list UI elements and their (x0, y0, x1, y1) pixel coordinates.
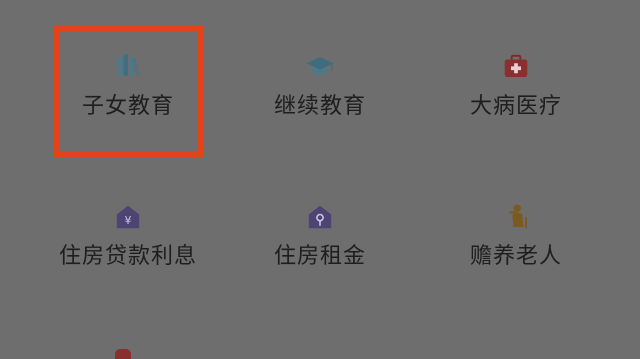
category-label: 住房租金 (273, 244, 366, 269)
category-label: 赡养老人 (469, 244, 562, 269)
category-housing-rent[interactable]: 住房租金 (222, 150, 418, 270)
partial-icon (115, 349, 131, 359)
house-key-icon (308, 205, 332, 229)
elderly-person-icon (509, 204, 527, 229)
category-label: 大病医疗 (469, 94, 562, 119)
graduation-cap-icon (306, 57, 334, 75)
category-label: 继续教育 (273, 94, 366, 119)
category-serious-illness[interactable]: 大病医疗 (418, 0, 614, 120)
category-housing-loan-interest[interactable]: ¥ 住房贷款利息 (30, 150, 226, 270)
highlight-box (53, 25, 203, 158)
category-elderly-support[interactable]: 赡养老人 (418, 150, 614, 270)
category-continuing-education[interactable]: 继续教育 (222, 0, 418, 120)
category-label: 住房贷款利息 (58, 244, 197, 269)
house-yuan-icon: ¥ (116, 205, 140, 229)
medical-kit-icon (504, 54, 528, 77)
svg-text:¥: ¥ (125, 214, 132, 227)
